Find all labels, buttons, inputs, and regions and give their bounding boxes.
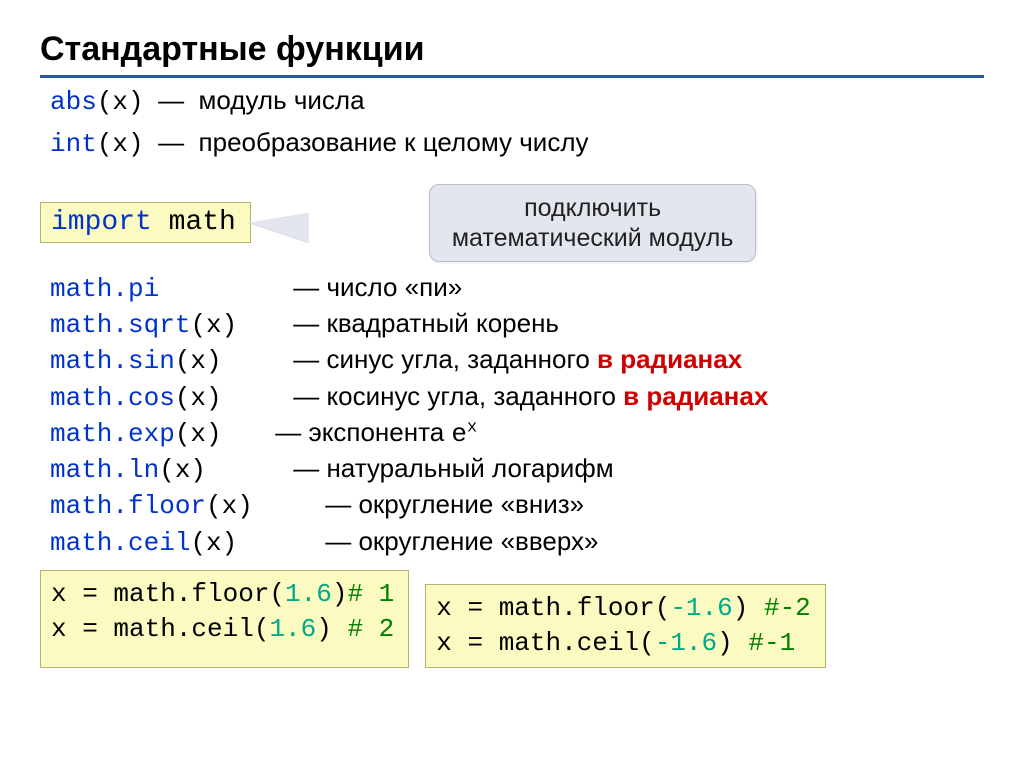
example-box: x = math.floor(-1.6) #-2x = math.ceil(-1… xyxy=(425,584,826,668)
function-line: math.sin(x) — синус угла, заданного в ра… xyxy=(50,342,984,378)
tooltip-connector xyxy=(249,213,309,243)
example-box: x = math.floor(1.6)# 1x = math.ceil(1.6)… xyxy=(40,570,409,668)
function-line: math.cos(x) — косинус угла, заданного в … xyxy=(50,379,984,415)
function-line: math.ln(x) — натуральный логарифм xyxy=(50,451,984,487)
examples-row: x = math.floor(1.6)# 1x = math.ceil(1.6)… xyxy=(40,570,984,668)
function-line: math.exp(x) — экспонента ex xyxy=(50,415,984,451)
import-box: import math xyxy=(40,202,251,243)
function-line: math.sqrt(x) — квадратный корень xyxy=(50,306,984,342)
import-row: import math подключить математический мо… xyxy=(40,184,984,262)
function-line: math.floor(x) — округление «вниз» xyxy=(50,487,984,523)
intro-line: int(x) — преобразование к целому числу xyxy=(50,126,984,162)
function-line: math.pi — число «пи» xyxy=(50,270,984,306)
tooltip-box: подключить математический модуль xyxy=(429,184,757,262)
function-line: math.ceil(x) — округление «вверх» xyxy=(50,524,984,560)
intro-line: abs(x) — модуль числа xyxy=(50,84,984,120)
page-title: Стандартные функции xyxy=(40,30,984,78)
function-list: math.pi — число «пи»math.sqrt(x) — квадр… xyxy=(50,270,984,561)
intro-block: abs(x) — модуль числа int(x) — преобразо… xyxy=(40,84,984,162)
